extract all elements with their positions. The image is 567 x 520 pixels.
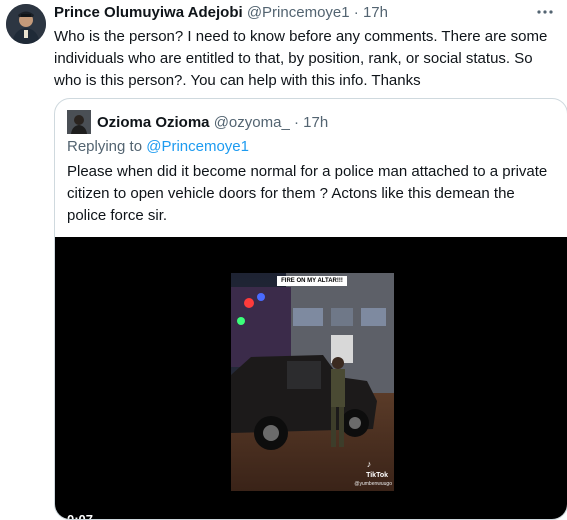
tweet-time[interactable]: 17h <box>363 4 388 21</box>
separator-dot: · <box>293 113 299 131</box>
replying-to-link[interactable]: @Princemoye1 <box>146 138 249 155</box>
replying-to: Replying to @Princemoye1 <box>67 138 249 155</box>
quoted-tweet[interactable]: Ozioma Ozioma @ozyoma_ · 17h Replying to… <box>54 98 567 520</box>
quoted-header: Ozioma Ozioma @ozyoma_ · 17h <box>67 110 555 134</box>
tiktok-watermark: TikTok <box>366 472 388 479</box>
video-caption: FIRE ON MY ALTAR!!! <box>281 278 343 284</box>
tiktok-icon: ♪ <box>366 459 372 469</box>
quoted-text: Please when did it become normal for a p… <box>67 163 548 224</box>
video-player[interactable]: FIRE ON MY ALTAR!!! ♪ TikTok @yumbenwuug… <box>55 237 567 520</box>
author-name[interactable]: Prince Olumuyiwa Adejobi <box>54 4 243 21</box>
more-icon[interactable] <box>533 0 557 24</box>
author-handle[interactable]: @Princemoye1 <box>247 4 350 21</box>
video-timestamp: 0:07 <box>67 512 94 520</box>
separator-dot: · <box>353 4 359 21</box>
quoted-author-name[interactable]: Ozioma Ozioma <box>97 114 210 131</box>
author-avatar[interactable] <box>6 4 46 44</box>
quoted-author-handle[interactable]: @ozyoma_ <box>214 114 290 131</box>
tweet-header: Prince Olumuyiwa Adejobi @Princemoye1 · … <box>54 4 557 24</box>
tweet-text: Who is the person? I need to know before… <box>54 28 548 89</box>
video-frame: FIRE ON MY ALTAR!!! ♪ TikTok @yumbenwuug… <box>231 273 394 491</box>
tiktok-handle: @yumbenwuugo <box>354 481 392 487</box>
quoted-author-avatar[interactable] <box>67 110 91 134</box>
replying-label: Replying to <box>67 138 143 155</box>
quoted-time[interactable]: 17h <box>303 114 328 131</box>
